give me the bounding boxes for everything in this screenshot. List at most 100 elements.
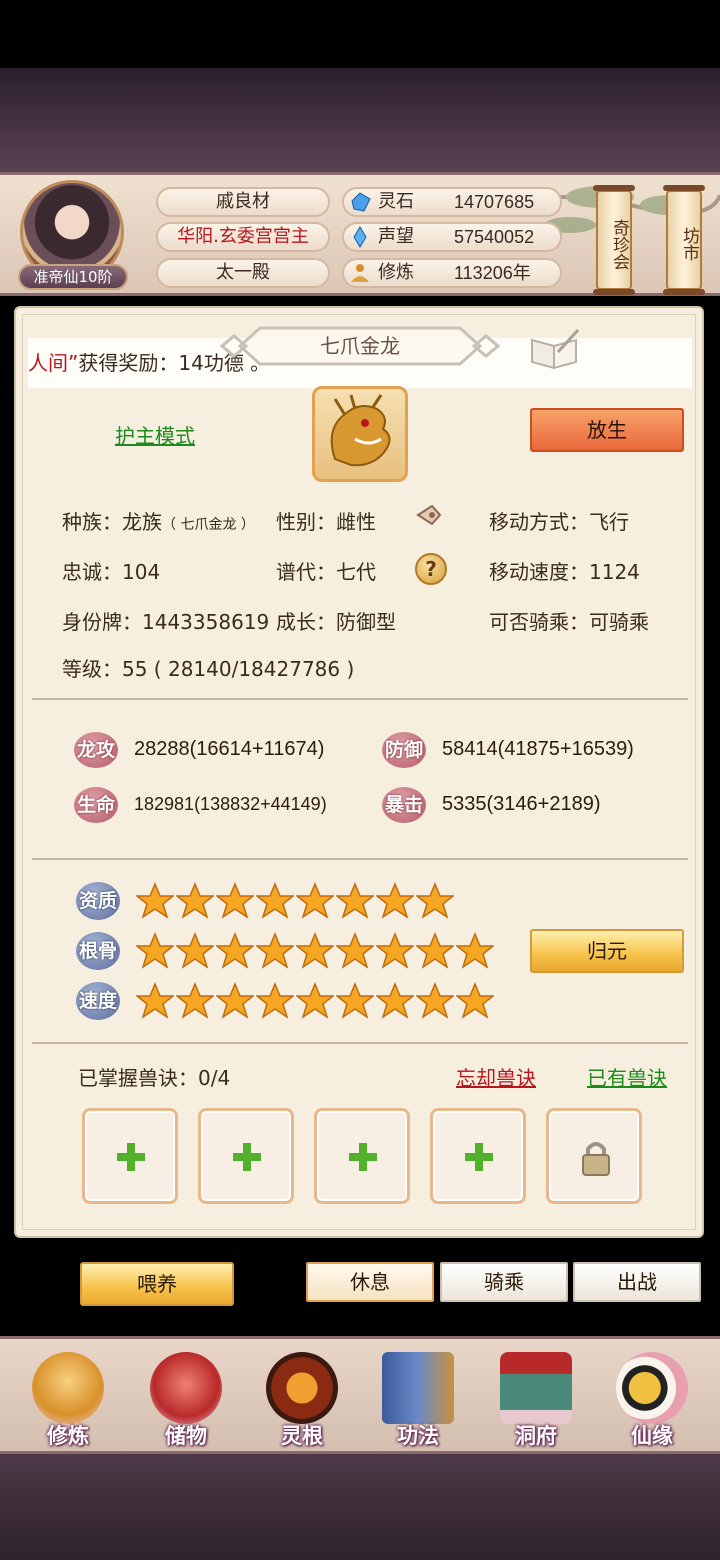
gender-info: 性别：雌性 [276,510,376,534]
top-backdrop [0,68,720,178]
star-icon [216,982,254,1019]
reputation-icon [353,226,367,248]
resource-label: 灵石 [378,191,414,212]
arrow-right-icon[interactable] [414,500,444,530]
feed-button[interactable]: 喂养 [80,1262,234,1306]
divider [32,698,688,700]
stat-value: 182981(138832+44149) [134,794,327,814]
star-icon [336,932,374,969]
plus-icon [465,1143,493,1171]
battle-tab[interactable]: 出战 [573,1262,701,1302]
nav-cultivate[interactable]: 修炼 [20,1350,116,1450]
bottom-backdrop [0,1450,720,1560]
star-icon [216,932,254,969]
scripture-book-icon [382,1352,454,1424]
nav-storage[interactable]: 储物 [138,1350,234,1450]
star-icon [136,932,174,969]
player-name: 戚良材 [156,187,330,217]
star-icon [136,982,174,1019]
spirit-root-icon [266,1352,338,1424]
treasure-shop-button[interactable]: 奇珍会 [593,185,635,295]
resource-value: 57540052 [454,227,535,247]
movement-info: 移动方式：飞行 [489,510,629,534]
id-tag-info: 身份牌：1443358619 [62,610,270,634]
star-icon [296,982,334,1019]
nav-techniques[interactable]: 功法 [370,1350,466,1450]
race-info: 种族：龙族（ 七爪金龙 ） [62,506,255,535]
release-button[interactable]: 放生 [530,408,684,452]
rest-tab[interactable]: 休息 [306,1262,434,1302]
cultivation-icon [351,264,369,282]
star-icon [296,932,334,969]
skill-slot-empty[interactable] [82,1108,178,1204]
beast-portrait[interactable] [312,386,408,482]
star-icon [336,982,374,1019]
lock-icon [582,1142,610,1176]
star-icon [176,932,214,969]
nav-cave-mansion[interactable]: 洞府 [488,1350,584,1450]
aptitude-badge: 速度 [76,982,120,1020]
plus-icon [117,1143,145,1171]
star-icon [136,882,174,919]
generation-info: 谱代：七代 [276,560,376,584]
aptitude-badge: 根骨 [76,932,120,970]
market-button[interactable]: 坊市 [663,185,705,295]
star-icon [456,982,494,1019]
book-icon[interactable] [528,326,582,372]
level-info: 等级：55 ( 28140/18427786 ) [62,657,355,681]
gourd-yinyang-icon [616,1352,688,1424]
plus-icon [233,1143,261,1171]
star-icon [376,982,414,1019]
star-icon [376,882,414,919]
plus-icon [349,1143,377,1171]
stat-badge: 防御 [382,732,426,768]
skills-mastered: 已掌握兽诀：0/4 [78,1066,231,1090]
stat-badge: 生命 [74,787,118,823]
ticker-highlight: 人间” [28,351,79,375]
spirit-stone-icon [351,192,371,212]
player-rank: 准帝仙10阶 [18,264,128,290]
skill-slot-locked[interactable] [546,1108,642,1204]
guard-mode-link[interactable]: 护主模式 [115,420,195,449]
nav-label: 灵根 [281,1424,323,1448]
star-icon [376,932,414,969]
divider [32,1042,688,1044]
cultivator-icon [32,1352,104,1424]
resource-label: 修炼 [378,262,414,283]
player-sect: 太一殿 [156,258,330,288]
help-icon[interactable]: ? [415,553,447,585]
stat-value: 5335(3146+2189) [442,793,601,815]
stat-value: 58414(41875+16539) [442,738,634,760]
loyalty-info: 忠诚：104 [62,560,161,584]
resource-cultivation: 修炼 113206年 [342,258,562,288]
divider [32,858,688,860]
star-icon [256,882,294,919]
skill-slot-empty[interactable] [314,1108,410,1204]
ride-tab[interactable]: 骑乘 [440,1262,568,1302]
player-title: 华阳.玄委宫宫主 [156,222,330,252]
nav-label: 功法 [397,1424,439,1448]
forget-skill-link[interactable]: 忘却兽诀 [456,1062,536,1091]
nav-immortal-fate[interactable]: 仙缘 [604,1350,700,1450]
star-icon [256,932,294,969]
star-icon [456,932,494,969]
aptitude-stars [136,882,454,922]
star-icon [296,882,334,919]
skill-slot-empty[interactable] [198,1108,294,1204]
bag-icon [150,1352,222,1424]
return-origin-button[interactable]: 归元 [530,929,684,973]
skill-slot-empty[interactable] [430,1108,526,1204]
golden-dragon-icon [330,394,391,467]
race-sub: （ 七爪金龙 ） [162,517,255,533]
nav-label: 储物 [165,1424,207,1448]
star-icon [336,882,374,919]
star-icon [176,982,214,1019]
aptitude-badge: 资质 [76,882,120,920]
resource-label: 声望 [378,226,414,247]
nav-label: 洞府 [515,1424,557,1448]
star-icon [416,982,454,1019]
owned-skill-link[interactable]: 已有兽诀 [587,1062,667,1091]
star-icon [416,882,454,919]
nav-spirit-root[interactable]: 灵根 [254,1350,350,1450]
star-icon [416,932,454,969]
